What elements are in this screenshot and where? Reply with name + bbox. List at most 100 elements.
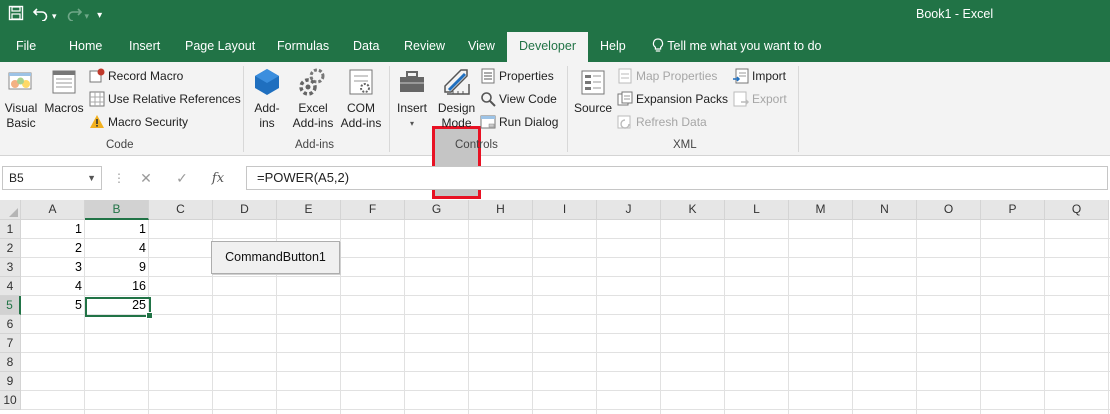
cell-a5[interactable]: 5 <box>21 296 85 315</box>
customize-qat-icon[interactable]: ▾ <box>97 5 102 27</box>
cell-a3[interactable]: 3 <box>21 258 85 277</box>
tab-home[interactable]: Home <box>69 32 102 62</box>
column-header-n[interactable]: N <box>853 200 917 220</box>
row-header-10[interactable]: 10 <box>0 391 21 410</box>
source-button[interactable]: Source <box>572 66 614 116</box>
lightbulb-icon <box>652 38 667 53</box>
cell-a4[interactable]: 4 <box>21 277 85 296</box>
column-header-l[interactable]: L <box>725 200 789 220</box>
design-mode-label-2: Mode <box>441 116 472 130</box>
enter-entry-icon[interactable]: ✓ <box>164 170 200 187</box>
com-add-ins-button[interactable]: COM Add-ins <box>337 66 385 131</box>
column-header-h[interactable]: H <box>469 200 533 220</box>
column-header-a[interactable]: A <box>21 200 85 220</box>
row-header-9[interactable]: 9 <box>0 372 21 391</box>
tab-page-layout[interactable]: Page Layout <box>185 32 255 62</box>
column-header-c[interactable]: C <box>149 200 213 220</box>
macros-button[interactable]: Macros <box>42 66 86 116</box>
column-header-b[interactable]: B <box>85 200 149 220</box>
cell-b2[interactable]: 4 <box>85 239 149 258</box>
excel-add-ins-button[interactable]: Excel Add-ins <box>289 66 337 131</box>
tab-data[interactable]: Data <box>353 32 379 62</box>
row-header-4[interactable]: 4 <box>0 277 21 296</box>
expansion-packs-button[interactable]: Expansion Packs <box>617 89 728 109</box>
undo-icon[interactable] <box>32 5 50 28</box>
column-header-d[interactable]: D <box>213 200 277 220</box>
column-header-q[interactable]: Q <box>1045 200 1109 220</box>
worksheet-grid[interactable]: A B C D E F G H I J K L M N O P Q 1 2 3 4 5 6 7 8 9 10 1 2 3 4 5 1 4 9 16 25 <box>0 200 1110 414</box>
tab-file[interactable]: File <box>16 32 36 62</box>
refresh-data-button[interactable]: Refresh Data <box>617 112 707 132</box>
select-all-corner[interactable] <box>0 200 21 220</box>
run-dialog-button[interactable]: Run Dialog <box>480 112 558 132</box>
more-options-icon[interactable]: ⋮ <box>110 171 128 185</box>
cell-b1[interactable]: 1 <box>85 220 149 239</box>
export-button[interactable]: Export <box>733 89 787 109</box>
ribbon-developer: Visual Basic Macros Record Macro Use Rel… <box>0 62 1110 199</box>
tab-developer[interactable]: Developer <box>507 32 588 63</box>
row-header-5[interactable]: 5 <box>0 296 21 315</box>
redo-icon[interactable] <box>65 5 83 28</box>
column-header-k[interactable]: K <box>661 200 725 220</box>
macro-security-label: Macro Security <box>108 115 189 129</box>
column-header-f[interactable]: F <box>341 200 405 220</box>
cancel-entry-icon[interactable]: ✕ <box>128 170 164 187</box>
row-header-1[interactable]: 1 <box>0 220 21 239</box>
tab-insert[interactable]: Insert <box>129 32 160 62</box>
cell-b4[interactable]: 16 <box>85 277 149 296</box>
gridline-vertical <box>852 220 853 414</box>
gridline-horizontal <box>21 352 1110 353</box>
redo-dropdown-icon[interactable]: ▾ <box>85 5 90 27</box>
column-header-m[interactable]: M <box>789 200 853 220</box>
column-header-j[interactable]: J <box>597 200 661 220</box>
import-button[interactable]: Import <box>733 66 786 86</box>
design-mode-button[interactable]: Design Mode <box>435 66 478 131</box>
formula-input[interactable]: =POWER(A5,2) <box>246 166 1108 190</box>
cell-b3[interactable]: 9 <box>85 258 149 277</box>
tell-me-label: Tell me what you want to do <box>667 39 822 53</box>
name-box[interactable]: B5 ▼ <box>2 166 102 190</box>
ribbon-tab-bar: File Home Insert Page Layout Formulas Da… <box>0 32 1110 63</box>
gridline-vertical <box>596 220 597 414</box>
cell-a1[interactable]: 1 <box>21 220 85 239</box>
record-macro-button[interactable]: Record Macro <box>89 66 183 86</box>
active-cell-selection[interactable] <box>85 297 153 319</box>
column-header-i[interactable]: I <box>533 200 597 220</box>
column-header-p[interactable]: P <box>981 200 1045 220</box>
row-header-8[interactable]: 8 <box>0 353 21 372</box>
properties-button[interactable]: Properties <box>480 66 554 86</box>
tab-view[interactable]: View <box>468 32 495 62</box>
save-icon[interactable] <box>8 5 24 28</box>
view-code-button[interactable]: View Code <box>480 89 557 109</box>
visual-basic-button[interactable]: Visual Basic <box>2 66 40 131</box>
row-header-6[interactable]: 6 <box>0 315 21 334</box>
command-button-1[interactable]: CommandButton1 <box>211 241 340 274</box>
row-header-7[interactable]: 7 <box>0 334 21 353</box>
macro-security-button[interactable]: Macro Security <box>89 112 188 132</box>
undo-dropdown-icon[interactable]: ▾ <box>52 5 57 27</box>
cell-a2[interactable]: 2 <box>21 239 85 258</box>
tab-help[interactable]: Help <box>600 32 626 62</box>
visual-basic-label-2: Basic <box>6 116 36 130</box>
row-header-2[interactable]: 2 <box>0 239 21 258</box>
properties-label: Properties <box>499 69 554 83</box>
insert-function-icon[interactable]: fx <box>200 171 236 186</box>
map-properties-button[interactable]: Map Properties <box>617 66 717 86</box>
column-header-g[interactable]: G <box>405 200 469 220</box>
tell-me-search[interactable]: Tell me what you want to do <box>652 32 822 62</box>
gridline-horizontal <box>21 333 1110 334</box>
export-label: Export <box>752 92 787 106</box>
tab-formulas[interactable]: Formulas <box>277 32 329 62</box>
gridline-vertical <box>340 220 341 414</box>
column-header-e[interactable]: E <box>277 200 341 220</box>
row-header-3[interactable]: 3 <box>0 258 21 277</box>
name-box-dropdown-icon[interactable]: ▼ <box>87 167 96 189</box>
add-ins-button[interactable]: Add- ins <box>248 66 286 131</box>
record-macro-label: Record Macro <box>108 69 184 83</box>
gridline-horizontal <box>21 295 1110 296</box>
tab-review[interactable]: Review <box>404 32 445 62</box>
use-relative-references-button[interactable]: Use Relative References <box>89 89 241 109</box>
insert-controls-button[interactable]: Insert ▾ <box>394 66 430 131</box>
column-header-o[interactable]: O <box>917 200 981 220</box>
gridline-horizontal <box>21 409 1110 410</box>
